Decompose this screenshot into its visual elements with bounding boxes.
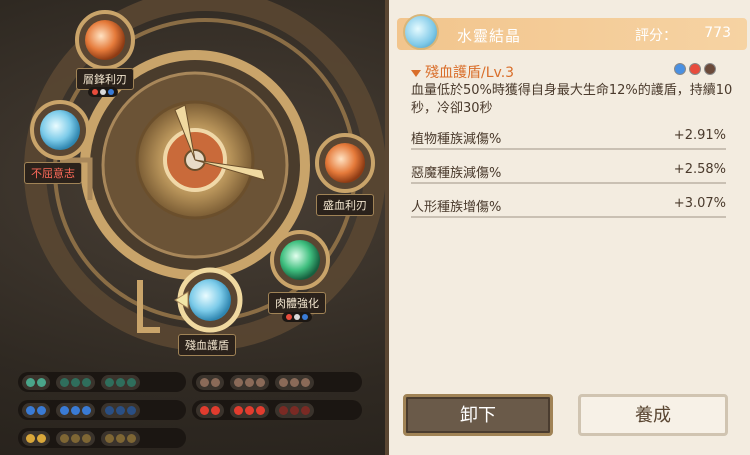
blue-dot-icon xyxy=(674,63,686,75)
slot-pips-bottom-right xyxy=(282,312,312,322)
slot-label-bottom: 殘血護盾 xyxy=(178,334,236,356)
slot-pips-top xyxy=(88,87,118,97)
unequip-button[interactable]: 卸下 xyxy=(403,394,553,436)
socket-row-red[interactable] xyxy=(192,400,362,420)
stat-row: 植物種族減傷% +2.91% xyxy=(411,126,726,150)
slot-label-bottom-right: 肉體強化 xyxy=(268,292,326,314)
skill-colors xyxy=(674,63,716,75)
triangle-down-icon xyxy=(411,69,421,77)
score-label: 評分： xyxy=(635,28,677,44)
stat-label: 人形種族增傷% xyxy=(411,200,502,215)
slot-gem-right[interactable] xyxy=(315,133,375,193)
gem-detail-panel: 水靈結晶 評分： 773 殘血護盾/Lv.3 血量低於50%時獲得自身最大生命1… xyxy=(385,0,750,455)
slot-gem-top[interactable] xyxy=(75,10,135,70)
water-crystal-icon xyxy=(403,14,439,50)
brown-dot-icon xyxy=(704,63,716,75)
gem-header: 水靈結晶 評分： 773 xyxy=(397,14,747,50)
socket-row-yellow[interactable] xyxy=(18,428,186,448)
stat-value: +2.91% xyxy=(673,128,726,143)
upgrade-button[interactable]: 養成 xyxy=(578,394,728,436)
gem-wheel-stage: 層鋒利刃 不屈意志 盛血利刃 肉體強化 殘血護盾 xyxy=(0,0,390,455)
stat-value: +2.58% xyxy=(673,162,726,177)
stat-row: 惡魔種族減傷% +2.58% xyxy=(411,160,726,184)
gem-name: 水靈結晶 xyxy=(457,27,522,45)
slot-gem-bottom-selected[interactable] xyxy=(177,267,243,333)
socket-row-brown[interactable] xyxy=(192,372,362,392)
socket-row-blue[interactable] xyxy=(18,400,186,420)
score-value: 773 xyxy=(704,25,731,41)
stat-label: 植物種族減傷% xyxy=(411,132,502,147)
slot-gem-left[interactable] xyxy=(30,100,90,160)
stat-value: +3.07% xyxy=(673,196,726,211)
skill-title: 殘血護盾/Lv.3 xyxy=(425,65,515,81)
red-dot-icon xyxy=(689,63,701,75)
skill-description: 血量低於50%時獲得自身最大生命12%的護盾，持續10秒，冷卻30秒 xyxy=(411,83,733,116)
socket-row-green[interactable] xyxy=(18,372,186,392)
stat-label: 惡魔種族減傷% xyxy=(411,166,502,181)
slot-label-left: 不屈意志 xyxy=(24,162,82,184)
skill-title-row[interactable]: 殘血護盾/Lv.3 xyxy=(411,62,514,82)
slot-label-right: 盛血利刃 xyxy=(316,194,374,216)
stat-row: 人形種族增傷% +3.07% xyxy=(411,194,726,218)
slot-gem-bottom-right[interactable] xyxy=(270,230,330,290)
